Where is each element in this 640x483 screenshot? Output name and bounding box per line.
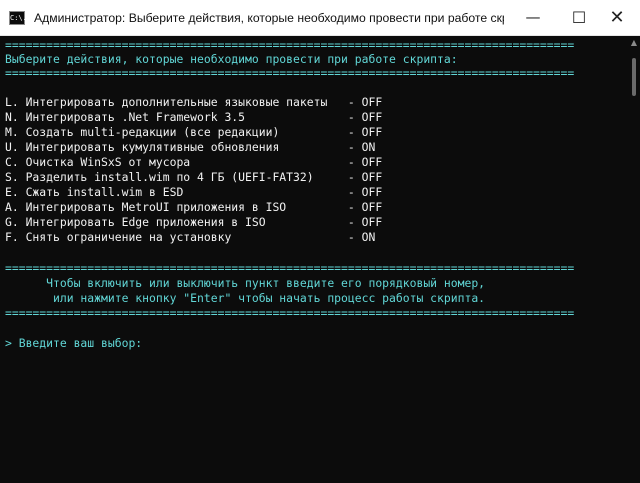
terminal-window: C:\. Администратор: Выберите действия, к… — [0, 0, 640, 483]
scroll-up-arrow-icon[interactable]: ▲ — [629, 38, 639, 48]
title-bar[interactable]: C:\. Администратор: Выберите действия, к… — [0, 0, 640, 36]
separator-line: ========================================… — [5, 38, 575, 52]
menu-item-languages: L. Интегрировать дополнительные языковые… — [5, 95, 383, 109]
separator-line: ========================================… — [5, 66, 575, 80]
menu-item-edge-apps: G. Интегрировать Edge приложения в ISO -… — [5, 215, 383, 229]
separator-line: ========================================… — [5, 261, 575, 275]
vertical-scrollbar[interactable]: ▲ — [628, 36, 640, 483]
menu-item-winsxs-cleanup: C. Очистка WinSxS от мусора - OFF — [5, 155, 383, 169]
window-title: Администратор: Выберите действия, которы… — [34, 11, 504, 25]
menu-item-netfx: N. Интегрировать .Net Framework 3.5 - OF… — [5, 110, 383, 124]
menu-header: Выберите действия, которые необходимо пр… — [5, 52, 458, 66]
menu-item-split-wim: S. Разделить install.wim по 4 ГБ (UEFI-F… — [5, 170, 383, 184]
menu-item-compress-esd: E. Сжать install.wim в ESD - OFF — [5, 185, 383, 199]
scrollbar-thumb[interactable] — [632, 58, 636, 96]
cmd-icon: C:\. — [9, 11, 27, 25]
separator-line: ========================================… — [5, 306, 575, 320]
minimize-button[interactable]: — — [510, 0, 556, 36]
hint-line-1: Чтобы включить или выключить пункт введи… — [5, 276, 486, 290]
menu-item-multi-edition: M. Создать multi-редакции (все редакции)… — [5, 125, 383, 139]
menu-item-cumulative-updates: U. Интегрировать кумулятивные обновления… — [5, 140, 376, 154]
menu-item-install-restriction: F. Снять ограничение на установку - ON — [5, 230, 376, 244]
hint-line-2: или нажмите кнопку "Enter" чтобы начать … — [5, 291, 486, 305]
console-output[interactable]: ========================================… — [0, 36, 628, 483]
close-button[interactable]: ✕ — [594, 0, 640, 36]
menu-item-metroui-apps: A. Интегрировать MetroUI приложения в IS… — [5, 200, 383, 214]
input-prompt[interactable]: > Введите ваш выбор: — [5, 336, 142, 351]
